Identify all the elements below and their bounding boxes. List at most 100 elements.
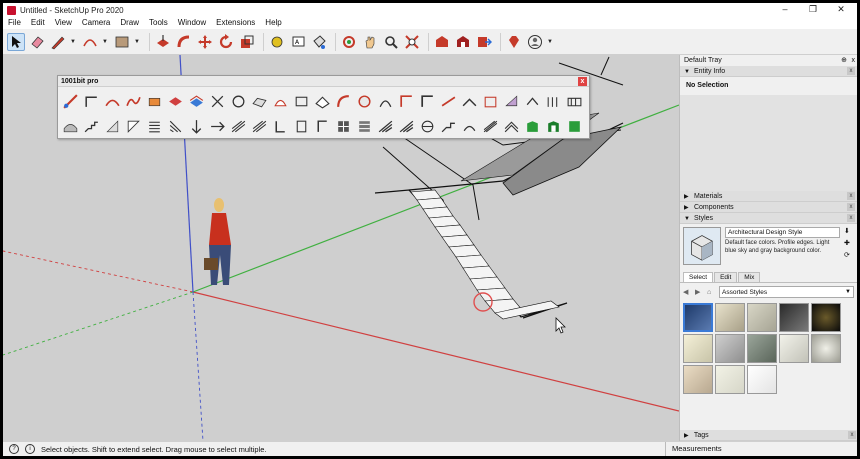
1001bit-tool-icon[interactable]	[166, 92, 185, 111]
components-panel-header[interactable]: ▶ Components x	[680, 202, 857, 213]
1001bit-tool-icon[interactable]	[124, 92, 143, 111]
arc-tool-button[interactable]	[81, 33, 99, 51]
floating-toolbar-title[interactable]: 1001bit pro x	[58, 76, 589, 87]
1001bit-tool-icon[interactable]	[313, 117, 332, 136]
1001bit-tool-icon[interactable]	[292, 117, 311, 136]
close-button[interactable]: ✕	[827, 3, 855, 17]
menu-tools[interactable]: Tools	[144, 17, 173, 29]
1001bit-tool-icon[interactable]	[271, 92, 290, 111]
1001bit-tool-icon[interactable]	[439, 117, 458, 136]
account-button[interactable]	[526, 33, 544, 51]
1001bit-tool-icon[interactable]	[250, 92, 269, 111]
style-swatch[interactable]	[683, 303, 713, 332]
arc-dropdown-icon[interactable]: ▼	[102, 39, 109, 45]
style-swatch[interactable]	[715, 365, 745, 394]
tab-select[interactable]: Select	[683, 272, 714, 282]
1001bit-tool-icon[interactable]	[418, 92, 437, 111]
1001bit-tool-icon[interactable]	[61, 117, 80, 136]
eraser-tool-button[interactable]	[28, 33, 46, 51]
1001bit-pro-toolbar[interactable]: 1001bit pro x	[57, 75, 590, 139]
minimize-button[interactable]: –	[771, 3, 799, 17]
panel-close-icon[interactable]: x	[848, 431, 856, 439]
refresh-style-icon[interactable]: ⟳	[844, 251, 854, 259]
1001bit-tool-icon[interactable]	[481, 117, 500, 136]
style-swatch[interactable]	[811, 303, 841, 332]
zoom-extents-button[interactable]	[403, 33, 421, 51]
move-tool-button[interactable]	[196, 33, 214, 51]
select-tool-button[interactable]	[7, 32, 25, 51]
paint-bucket-button[interactable]	[310, 33, 328, 51]
style-name-field[interactable]: Architectural Design Style	[725, 227, 840, 238]
3d-warehouse-button[interactable]	[433, 33, 451, 51]
create-style-icon[interactable]: ✚	[844, 239, 854, 247]
pin-icon[interactable]: ⊕	[841, 55, 847, 66]
menu-draw[interactable]: Draw	[115, 17, 144, 29]
style-swatch[interactable]	[747, 365, 777, 394]
model-viewport[interactable]: 1001bit pro x	[3, 55, 679, 441]
panel-close-icon[interactable]: x	[847, 192, 855, 200]
panel-close-icon[interactable]: x	[847, 203, 855, 211]
1001bit-tool-icon[interactable]	[61, 92, 80, 111]
follow-me-tool-button[interactable]	[175, 33, 193, 51]
push-pull-tool-button[interactable]	[154, 33, 172, 51]
menu-help[interactable]: Help	[260, 17, 286, 29]
floating-toolbar-close-button[interactable]: x	[578, 77, 587, 86]
style-swatch[interactable]	[683, 334, 713, 363]
extension-manager-button[interactable]	[505, 33, 523, 51]
1001bit-tool-icon[interactable]	[481, 92, 500, 111]
1001bit-tool-icon[interactable]	[376, 92, 395, 111]
text-tool-button[interactable]: A	[289, 33, 307, 51]
maximize-button[interactable]: ❐	[799, 3, 827, 17]
1001bit-tool-icon[interactable]	[334, 92, 353, 111]
forward-arrow-icon[interactable]: ▶	[695, 288, 704, 296]
1001bit-tool-icon[interactable]	[523, 92, 542, 111]
1001bit-tool-icon[interactable]	[355, 117, 374, 136]
1001bit-tool-icon[interactable]	[82, 117, 101, 136]
1001bit-tool-icon[interactable]	[187, 92, 206, 111]
1001bit-tool-icon[interactable]	[313, 92, 332, 111]
line-dropdown-icon[interactable]: ▼	[70, 39, 77, 45]
1001bit-tool-icon[interactable]	[544, 92, 563, 111]
1001bit-tool-icon[interactable]	[523, 117, 542, 136]
1001bit-tool-icon[interactable]	[271, 117, 290, 136]
1001bit-tool-icon[interactable]	[334, 117, 353, 136]
1001bit-tool-icon[interactable]	[565, 92, 584, 111]
pan-tool-button[interactable]	[361, 33, 379, 51]
scale-figure-person[interactable]	[204, 198, 231, 285]
style-swatch[interactable]	[779, 334, 809, 363]
shape-dropdown-icon[interactable]: ▼	[134, 39, 141, 45]
1001bit-tool-icon[interactable]	[250, 117, 269, 136]
home-icon[interactable]: ⌂	[707, 289, 716, 296]
panel-close-icon[interactable]: x	[847, 67, 855, 75]
tab-edit[interactable]: Edit	[714, 272, 738, 282]
update-style-icon[interactable]: ⬇	[844, 227, 854, 235]
1001bit-tool-icon[interactable]	[502, 92, 521, 111]
tags-panel-header[interactable]: ▶ Tags x	[680, 430, 857, 441]
geolocation-icon[interactable]: ?	[9, 444, 19, 454]
1001bit-tool-icon[interactable]	[418, 117, 437, 136]
orbit-tool-button[interactable]	[340, 33, 358, 51]
materials-panel-header[interactable]: ▶ Materials x	[680, 191, 857, 202]
menu-edit[interactable]: Edit	[26, 17, 50, 29]
measurements-box[interactable]: Measurements	[665, 442, 857, 456]
1001bit-tool-icon[interactable]	[208, 92, 227, 111]
style-swatch[interactable]	[715, 334, 745, 363]
1001bit-tool-icon[interactable]	[460, 117, 479, 136]
1001bit-tool-icon[interactable]	[502, 117, 521, 136]
1001bit-tool-icon[interactable]	[460, 92, 479, 111]
1001bit-tool-icon[interactable]	[229, 92, 248, 111]
back-arrow-icon[interactable]: ◀	[683, 288, 692, 296]
rectangle-tool-button[interactable]	[113, 33, 131, 51]
style-swatch[interactable]	[811, 334, 841, 363]
credits-icon[interactable]: i	[25, 444, 35, 454]
1001bit-tool-icon[interactable]	[145, 117, 164, 136]
1001bit-tool-icon[interactable]	[439, 92, 458, 111]
1001bit-tool-icon[interactable]	[544, 117, 563, 136]
style-swatch[interactable]	[715, 303, 745, 332]
1001bit-tool-icon[interactable]	[187, 117, 206, 136]
menu-view[interactable]: View	[50, 17, 77, 29]
1001bit-tool-icon[interactable]	[103, 117, 122, 136]
1001bit-tool-icon[interactable]	[292, 92, 311, 111]
1001bit-tool-icon[interactable]	[103, 92, 122, 111]
scale-tool-button[interactable]	[238, 33, 256, 51]
